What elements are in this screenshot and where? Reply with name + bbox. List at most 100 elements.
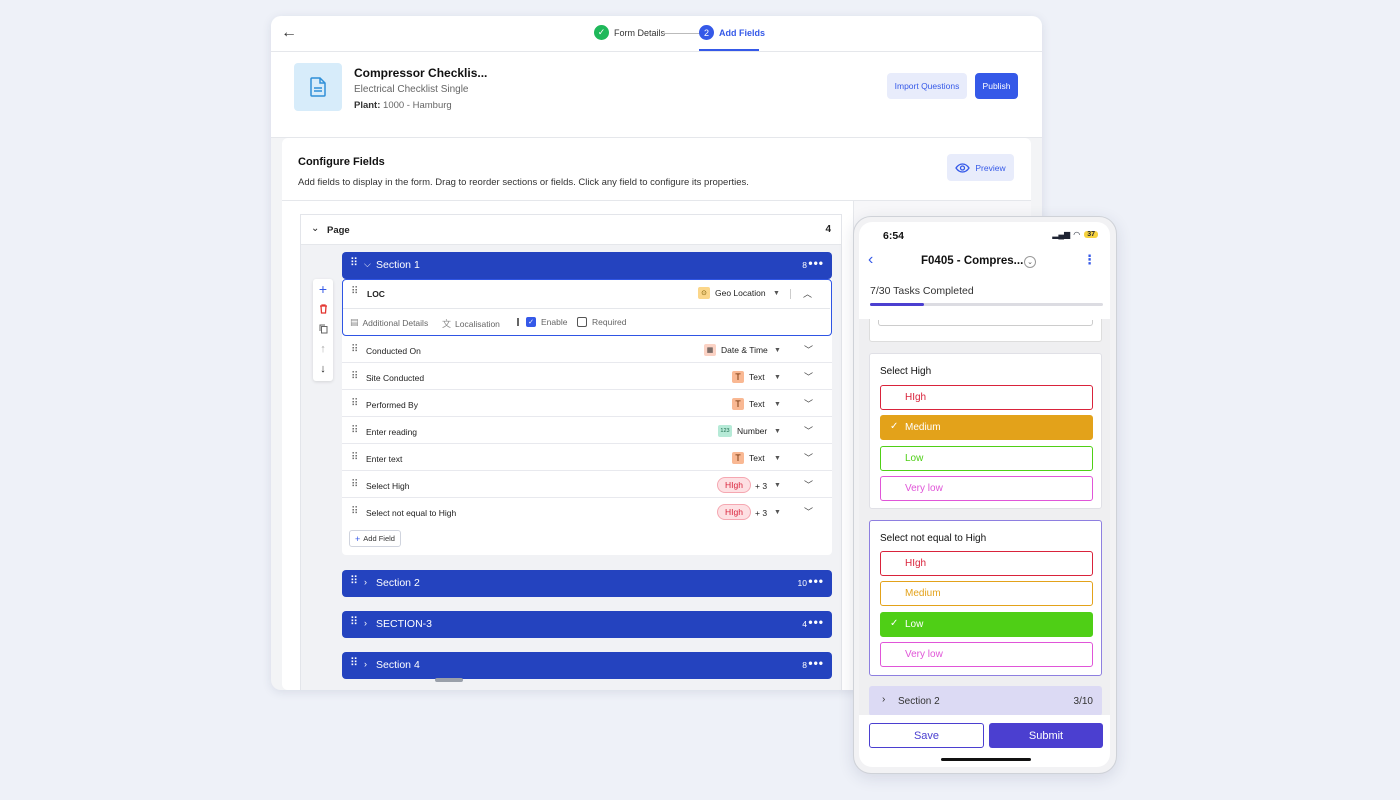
chevron-down-icon[interactable]: ﹀ xyxy=(804,478,813,491)
phone-form-title: F0405 - Compres... xyxy=(921,255,1024,267)
choice-option[interactable]: Medium xyxy=(880,581,1093,606)
field-row[interactable]: ⠿ Select not equal to High HIgh + 3 ▼ ﹀ xyxy=(342,498,832,525)
form-subtitle: Electrical Checklist Single xyxy=(354,84,469,95)
field-type[interactable]: T Text xyxy=(732,371,765,383)
section-header-4[interactable]: ⠿ › Section 4 8 ••• xyxy=(342,652,832,679)
chevron-down-icon[interactable]: ﹀ xyxy=(804,397,813,410)
import-questions-button[interactable]: Import Questions xyxy=(887,73,967,99)
drag-handle-icon[interactable]: ⠿ xyxy=(351,507,358,517)
drag-handle-icon[interactable]: ⠿ xyxy=(351,480,358,490)
chevron-down-icon[interactable]: ﹀ xyxy=(804,451,813,464)
drag-handle-icon[interactable]: ⠿ xyxy=(350,658,358,669)
more-options-icon[interactable]: ••• xyxy=(808,656,824,670)
more-options-icon[interactable]: ••• xyxy=(808,256,824,270)
more-options-icon[interactable]: ••• xyxy=(808,574,824,588)
chevron-down-icon[interactable]: ⌄ xyxy=(1024,256,1036,268)
delete-icon[interactable] xyxy=(313,300,333,318)
phone-section-row[interactable]: › Section 2 3/10 xyxy=(869,686,1102,715)
choice-option[interactable]: HIgh xyxy=(880,385,1093,410)
field-row[interactable]: ⠿ Conducted On ▦ Date & Time ▼ ﹀ xyxy=(342,336,832,363)
option-pill[interactable]: HIgh xyxy=(717,477,751,493)
required-checkbox[interactable]: Required xyxy=(577,317,627,327)
field-row[interactable]: ⠿ Site Conducted T Text ▼ ﹀ xyxy=(342,363,832,390)
page-field-count: 4 xyxy=(825,224,831,235)
submit-button[interactable]: Submit xyxy=(989,723,1103,748)
field-row[interactable]: ⠿ Enter text T Text ▼ ﹀ xyxy=(342,444,832,471)
caret-down-icon[interactable]: ▼ xyxy=(774,374,781,381)
chevron-up-icon[interactable]: ︿ xyxy=(803,287,812,300)
caret-down-icon[interactable]: ▼ xyxy=(774,347,781,354)
chevron-down-icon[interactable]: ﹀ xyxy=(804,343,813,356)
back-chevron-icon[interactable]: ‹ xyxy=(868,251,873,269)
copy-icon[interactable] xyxy=(313,320,333,338)
section-header-2[interactable]: ⠿ › Section 2 10 ••• xyxy=(342,570,832,597)
kebab-menu-icon[interactable]: ⋮ xyxy=(1083,252,1096,268)
chevron-down-icon[interactable]: ⌄ xyxy=(311,223,319,234)
check-icon: ✓ xyxy=(890,618,899,629)
choice-option[interactable]: Low xyxy=(880,446,1093,471)
top-bar: ← ✓ Form Details 2 Add Fields xyxy=(271,16,1042,52)
scrollbar-thumb[interactable] xyxy=(435,678,463,682)
save-button[interactable]: Save xyxy=(869,723,984,748)
caret-down-icon[interactable]: ▼ xyxy=(774,482,781,489)
choice-option[interactable]: ✓ Low xyxy=(880,612,1093,637)
chevron-right-icon[interactable]: › xyxy=(364,618,367,628)
option-label: Additional Details xyxy=(362,317,429,328)
caret-down-icon[interactable]: ▼ xyxy=(774,455,781,462)
field-type[interactable]: T Text xyxy=(732,398,765,410)
publish-button[interactable]: Publish xyxy=(975,73,1018,99)
section-header-1[interactable]: ⠿ ⌵ Section 1 8 ••• xyxy=(342,252,832,279)
drag-handle-icon[interactable]: ⠿ xyxy=(350,617,358,628)
field-type[interactable]: ⊙ Geo Location xyxy=(698,287,766,299)
localisation-option[interactable]: 文 Localisation xyxy=(442,317,500,330)
option-pill[interactable]: HIgh xyxy=(717,504,751,520)
section-count: 4 xyxy=(802,619,807,629)
chevron-down-icon[interactable]: ﹀ xyxy=(804,505,813,518)
caret-down-icon[interactable]: ▼ xyxy=(774,509,781,516)
choice-option[interactable]: Very low xyxy=(880,476,1093,501)
caret-down-icon[interactable]: ▼ xyxy=(774,401,781,408)
drag-handle-icon[interactable]: ⠿ xyxy=(351,372,358,382)
step-add-fields[interactable]: 2 Add Fields xyxy=(699,25,765,40)
add-field-button[interactable]: + Add Field xyxy=(349,530,401,547)
field-row-loc[interactable]: ⠿ LOC ⊙ Geo Location ▼ ︿ ▤ Additional De… xyxy=(342,279,832,336)
choice-option[interactable]: Very low xyxy=(880,642,1093,667)
chevron-down-icon[interactable]: ⌵ xyxy=(364,259,371,270)
step-label: Form Details xyxy=(614,27,666,38)
section-name: Section 1 xyxy=(376,259,420,271)
field-row[interactable]: ⠿ Enter reading 123 Number ▼ ﹀ xyxy=(342,417,832,444)
enable-checkbox[interactable]: ✓ Enable xyxy=(526,317,567,327)
arrow-up-icon[interactable]: ↑ xyxy=(313,340,333,358)
drag-handle-icon[interactable]: ⠿ xyxy=(351,399,358,409)
chevron-down-icon[interactable]: ﹀ xyxy=(804,424,813,437)
drag-handle-icon[interactable]: ⠿ xyxy=(351,287,358,297)
chevron-right-icon[interactable]: › xyxy=(364,659,367,669)
chevron-down-icon[interactable]: ﹀ xyxy=(804,370,813,383)
more-options-icon[interactable]: ••• xyxy=(808,615,824,629)
preview-button[interactable]: Preview xyxy=(947,154,1014,181)
field-type[interactable]: 123 Number xyxy=(718,425,767,437)
caret-down-icon[interactable]: ▼ xyxy=(773,290,780,297)
page-header[interactable]: ⌄ Page 4 xyxy=(301,215,841,245)
drag-handle-icon[interactable]: ⠿ xyxy=(351,453,358,463)
drag-handle-icon[interactable]: ⠿ xyxy=(351,426,358,436)
section-header-3[interactable]: ⠿ › SECTION-3 4 ••• xyxy=(342,611,832,638)
drag-handle-icon[interactable]: ⠿ xyxy=(350,258,358,269)
field-type[interactable]: T Text xyxy=(732,452,765,464)
chevron-right-icon[interactable]: › xyxy=(364,577,367,587)
add-icon[interactable]: + xyxy=(313,280,333,298)
arrow-down-icon[interactable]: ↓ xyxy=(313,360,333,378)
field-row[interactable]: ⠿ Select High HIgh + 3 ▼ ﹀ xyxy=(342,471,832,498)
drag-handle-icon[interactable]: ⠿ xyxy=(350,576,358,587)
drag-handle-icon[interactable]: ⠿ xyxy=(351,345,358,355)
plus-icon: + xyxy=(355,533,361,544)
field-row[interactable]: ⠿ Performed By T Text ▼ ﹀ xyxy=(342,390,832,417)
step-form-details[interactable]: ✓ Form Details xyxy=(594,25,665,40)
choice-option[interactable]: ✓ Medium xyxy=(880,415,1093,440)
additional-details-option[interactable]: ▤ Additional Details xyxy=(350,317,428,328)
text-type-icon: T xyxy=(732,398,744,410)
choice-option[interactable]: HIgh xyxy=(880,551,1093,576)
field-type[interactable]: ▦ Date & Time xyxy=(704,344,768,356)
caret-down-icon[interactable]: ▼ xyxy=(774,428,781,435)
back-arrow-icon[interactable]: ← xyxy=(281,24,297,42)
